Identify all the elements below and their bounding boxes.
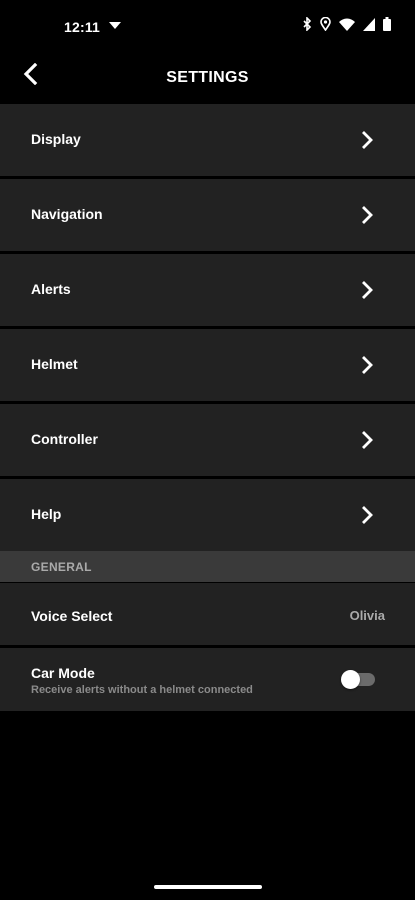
status-icons — [302, 16, 391, 36]
menu-item-label: Display — [31, 131, 81, 147]
wifi-icon — [339, 18, 355, 36]
dropdown-triangle-icon — [108, 18, 122, 36]
chevron-right-icon — [359, 279, 375, 301]
menu-item-controller[interactable]: Controller — [0, 404, 415, 476]
page-title: SETTINGS — [166, 69, 249, 86]
header: SETTINGS — [0, 52, 415, 104]
menu-item-display[interactable]: Display — [0, 104, 415, 176]
menu-item-label: Helmet — [31, 356, 78, 372]
section-header-general: GENERAL — [0, 551, 415, 582]
bluetooth-icon — [302, 16, 312, 36]
menu-item-helmet[interactable]: Helmet — [0, 329, 415, 401]
chevron-right-icon — [359, 504, 375, 526]
car-mode-row: Car Mode Receive alerts without a helmet… — [0, 648, 415, 711]
location-pin-icon — [320, 16, 331, 36]
battery-icon — [383, 17, 391, 36]
chevron-right-icon — [359, 129, 375, 151]
menu-item-label: Navigation — [31, 206, 103, 222]
voice-select-value: Olivia — [349, 608, 385, 623]
car-mode-toggle[interactable] — [341, 670, 375, 689]
menu-item-label: Alerts — [31, 281, 71, 297]
voice-select-label: Voice Select — [31, 608, 113, 624]
menu-item-label: Help — [31, 506, 62, 522]
status-time: 12:11 — [64, 19, 101, 35]
home-indicator[interactable] — [154, 885, 262, 889]
status-bar: 12:11 — [0, 0, 415, 52]
section-title: GENERAL — [31, 560, 92, 574]
chevron-right-icon — [359, 354, 375, 376]
chevron-right-icon — [359, 429, 375, 451]
toggle-thumb — [341, 670, 360, 689]
signal-icon — [363, 17, 375, 36]
menu-item-help[interactable]: Help — [0, 479, 415, 551]
car-mode-label: Car Mode — [31, 665, 95, 681]
chevron-right-icon — [359, 204, 375, 226]
car-mode-description: Receive alerts without a helmet connecte… — [31, 684, 253, 696]
menu-item-alerts[interactable]: Alerts — [0, 254, 415, 326]
voice-select-row[interactable]: Voice Select Olivia — [0, 583, 415, 645]
settings-menu: Display Navigation Alerts Helmet Control… — [0, 104, 415, 554]
menu-item-navigation[interactable]: Navigation — [0, 179, 415, 251]
menu-item-label: Controller — [31, 431, 98, 447]
